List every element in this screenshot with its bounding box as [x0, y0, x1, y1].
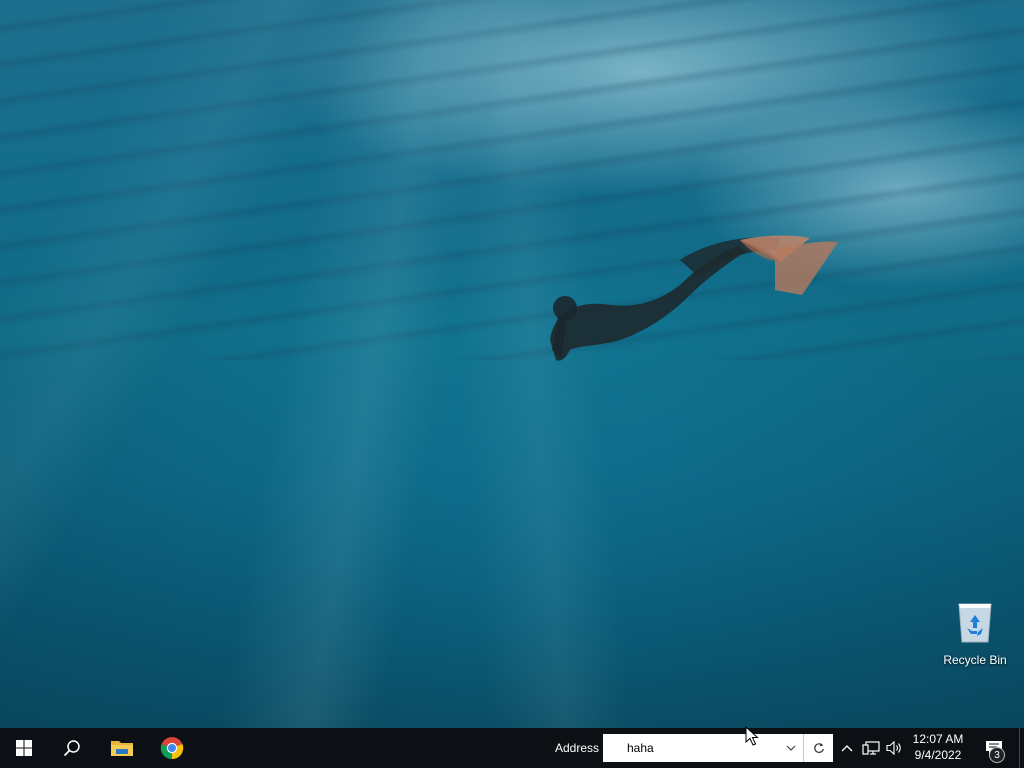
- wallpaper-light-rays: [0, 0, 1024, 728]
- folder-icon: [111, 741, 133, 756]
- chrome-icon: [160, 737, 184, 760]
- chevron-down-icon: [786, 745, 796, 751]
- address-toolbar: [603, 734, 833, 762]
- recycle-bin-shortcut[interactable]: Recycle Bin: [936, 598, 1014, 674]
- volume-button[interactable]: [884, 728, 906, 768]
- show-desktop-button[interactable]: [1019, 728, 1024, 768]
- chevron-up-icon: [841, 745, 853, 752]
- address-input[interactable]: [603, 734, 803, 762]
- recycle-bin-label: Recycle Bin: [943, 653, 1007, 667]
- windows-logo-icon: [16, 740, 32, 756]
- mouse-cursor-icon: [745, 726, 759, 746]
- address-toolbar-label: Address: [555, 741, 600, 755]
- recycle-bin-icon: [958, 603, 992, 643]
- search-icon: [63, 740, 80, 757]
- show-hidden-icons-button[interactable]: [838, 728, 856, 768]
- network-button[interactable]: [860, 728, 882, 768]
- clock-time: 12:07 AM: [912, 732, 964, 746]
- clock-date: 9/4/2022: [914, 748, 962, 762]
- file-explorer-button[interactable]: [98, 728, 146, 768]
- start-button[interactable]: [0, 728, 48, 768]
- refresh-icon: [813, 743, 824, 753]
- address-go-button[interactable]: [804, 734, 833, 762]
- search-button[interactable]: [48, 728, 96, 768]
- volume-icon: [886, 740, 901, 756]
- address-dropdown-button[interactable]: [779, 734, 803, 762]
- network-icon: [862, 741, 880, 755]
- notification-count-badge: 3: [989, 747, 1005, 763]
- wallpaper-diver: [550, 235, 838, 361]
- desktop[interactable]: Recycle Bin: [0, 0, 1024, 728]
- clock-button[interactable]: 12:07 AM 9/4/2022: [906, 728, 970, 768]
- chrome-button[interactable]: [148, 728, 196, 768]
